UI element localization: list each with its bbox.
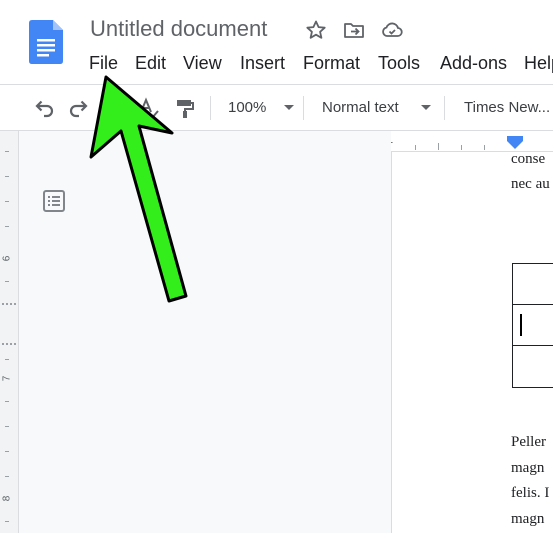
annotation-arrow-icon <box>89 75 188 303</box>
